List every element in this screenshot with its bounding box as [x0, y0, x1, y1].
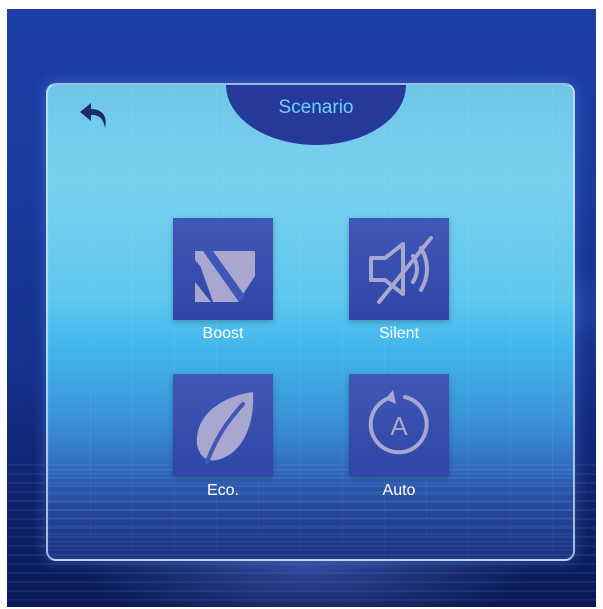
boost-label: Boost	[202, 325, 244, 342]
silent-button[interactable]	[349, 218, 449, 320]
auto-cycle-icon: A	[368, 390, 429, 455]
back-arrow-icon	[80, 103, 106, 128]
auto-button[interactable]: A	[349, 374, 449, 476]
auto-label: Auto	[382, 482, 416, 499]
leaf-icon	[196, 392, 254, 464]
mute-speaker-icon	[369, 236, 433, 304]
eco-label: Eco.	[206, 482, 239, 499]
title-tab: Scenario	[226, 85, 406, 145]
device-screen: Scenario Boost Silent Eco. A Auto	[7, 9, 596, 607]
boost-button[interactable]	[173, 218, 273, 320]
eco-button[interactable]	[173, 374, 273, 476]
silent-label: Silent	[378, 325, 420, 342]
svg-text:A: A	[390, 411, 408, 441]
back-button[interactable]	[78, 101, 112, 131]
scenario-panel: Scenario Boost Silent Eco. A Auto	[46, 83, 575, 561]
boost-icon	[195, 251, 255, 302]
page-title: Scenario	[278, 97, 354, 118]
